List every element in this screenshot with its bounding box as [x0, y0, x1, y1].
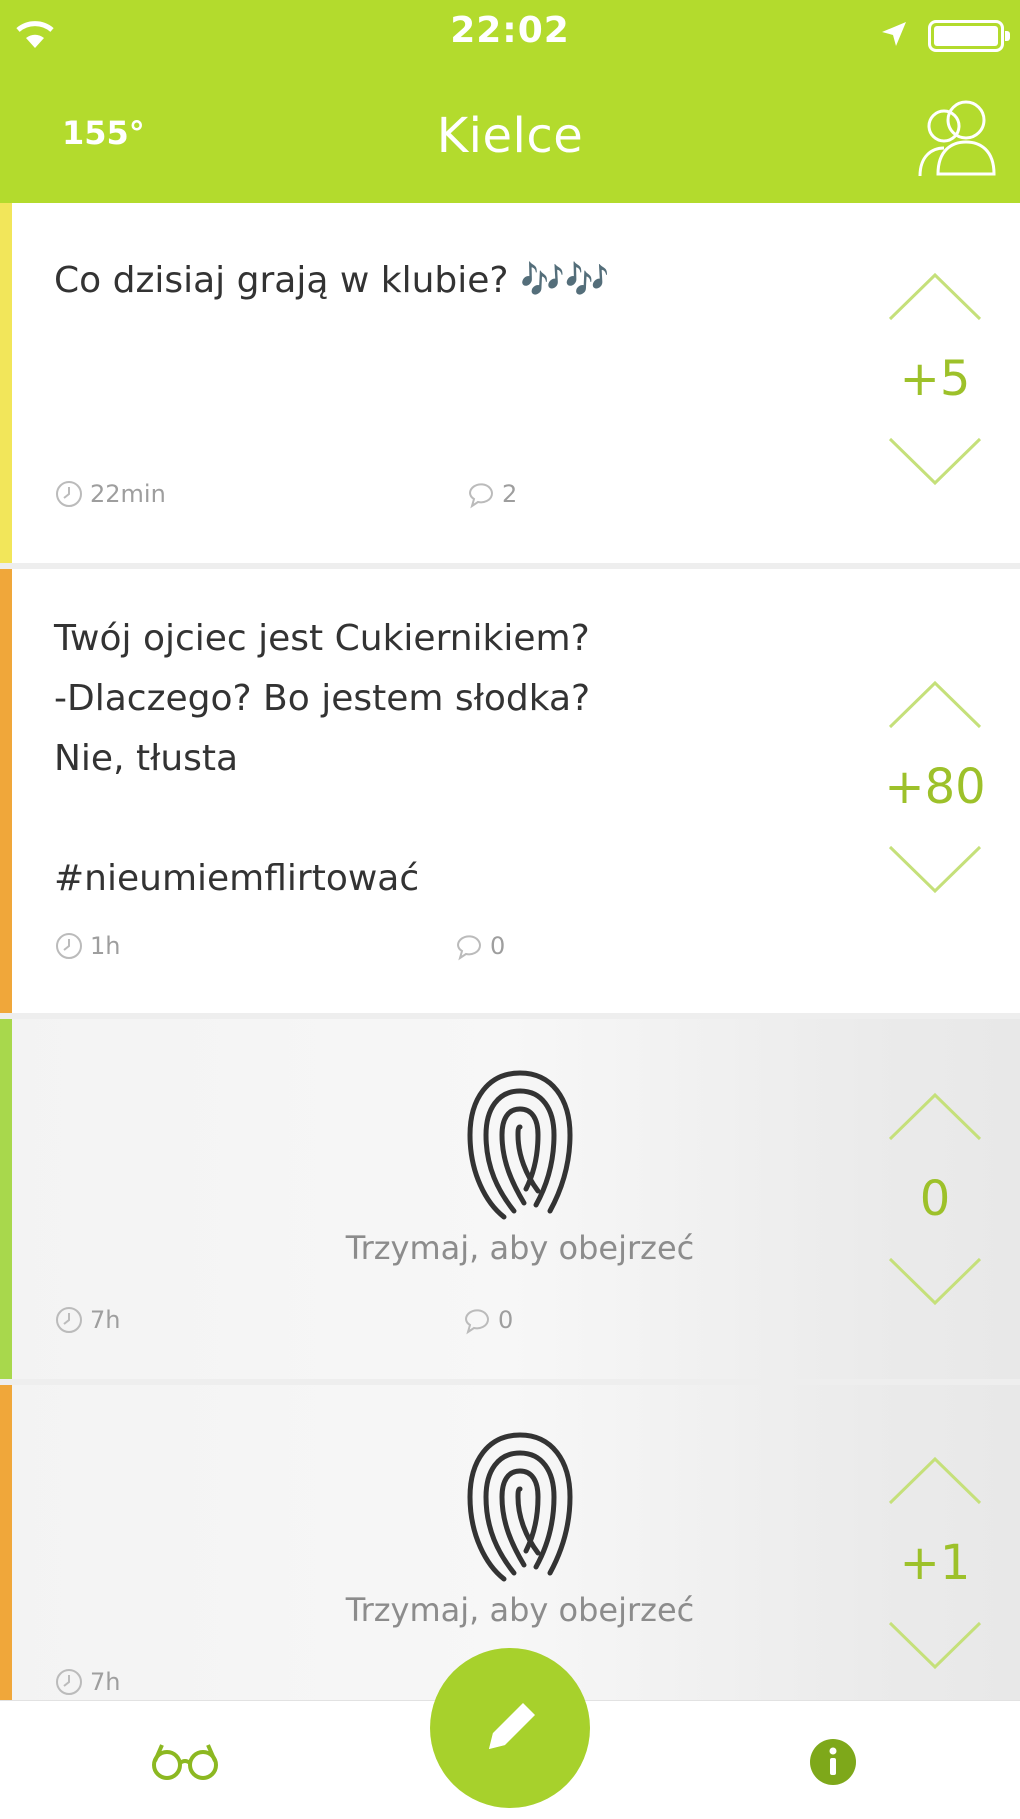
feed[interactable]: Co dzisiaj grają w klubie? 🎶🎶 22min 2 +5… [0, 203, 1020, 1700]
post-color-stripe [0, 1385, 12, 1700]
vote-count: +80 [884, 759, 986, 815]
compose-button[interactable] [430, 1648, 590, 1808]
hold-hint: Trzymaj, aby obejrzeć [345, 1591, 695, 1629]
post-text: Twój ojciec jest Cukiernikiem? -Dlaczego… [54, 618, 591, 899]
status-bar: 22:02 [0, 0, 1020, 70]
clock-icon [56, 933, 82, 959]
battery-icon [928, 20, 1010, 52]
vote-control: +1 [880, 1451, 990, 1675]
post-time: 1h [54, 931, 120, 961]
comment-icon [468, 483, 493, 509]
pencil-icon [489, 1703, 535, 1749]
vote-control: +5 [880, 267, 990, 491]
post-comments: 0 [454, 931, 505, 961]
post-time: 7h [54, 1667, 120, 1697]
clock-icon [56, 1669, 82, 1695]
post-card[interactable]: Twój ojciec jest Cukiernikiem? -Dlaczego… [0, 569, 1020, 1013]
upvote-chevron-icon[interactable] [885, 1451, 985, 1511]
location-arrow-icon [882, 22, 906, 46]
post-color-stripe [0, 1019, 12, 1379]
clock-icon [56, 481, 82, 507]
vote-control: 0 [880, 1087, 990, 1311]
upvote-chevron-icon[interactable] [885, 1087, 985, 1147]
post-color-stripe [0, 569, 12, 1013]
post-comments: 2 [466, 479, 517, 509]
post-card[interactable]: Trzymaj, aby obejrzeć 7h 0 0 [0, 1019, 1020, 1379]
downvote-chevron-icon[interactable] [885, 1615, 985, 1675]
hold-hint: Trzymaj, aby obejrzeć [345, 1229, 695, 1267]
comment-icon [456, 935, 481, 961]
post-time: 22min [54, 479, 166, 509]
vote-count: +5 [899, 351, 971, 407]
vote-control: +80 [880, 675, 990, 899]
upvote-chevron-icon[interactable] [885, 675, 985, 735]
hold-to-view[interactable]: Trzymaj, aby obejrzeć [300, 1425, 740, 1629]
top-bar: 22:02 155° Kielce [0, 0, 1020, 203]
fingerprint-icon [467, 1432, 573, 1582]
people-icon[interactable] [916, 92, 1000, 182]
hold-to-view[interactable]: Trzymaj, aby obejrzeć [300, 1063, 740, 1267]
downvote-chevron-icon[interactable] [885, 1251, 985, 1311]
post-card[interactable]: Co dzisiaj grają w klubie? 🎶🎶 22min 2 +5 [0, 203, 1020, 563]
comment-icon [464, 1309, 489, 1335]
clock-icon [56, 1307, 82, 1333]
post-text: Co dzisiaj grają w klubie? 🎶🎶 [54, 260, 610, 301]
post-color-stripe [0, 203, 12, 563]
post-comments: 0 [462, 1305, 513, 1335]
info-icon[interactable] [808, 1737, 858, 1787]
header: 155° Kielce [0, 70, 1020, 203]
fingerprint-icon [467, 1070, 573, 1220]
post-time: 7h [54, 1305, 120, 1335]
glasses-icon[interactable] [150, 1739, 220, 1783]
page-title: Kielce [436, 108, 584, 164]
downvote-chevron-icon[interactable] [885, 431, 985, 491]
status-time: 22:02 [450, 10, 570, 51]
vote-count: +1 [899, 1535, 971, 1591]
upvote-chevron-icon[interactable] [885, 267, 985, 327]
vote-count: 0 [919, 1171, 951, 1227]
downvote-chevron-icon[interactable] [885, 839, 985, 899]
